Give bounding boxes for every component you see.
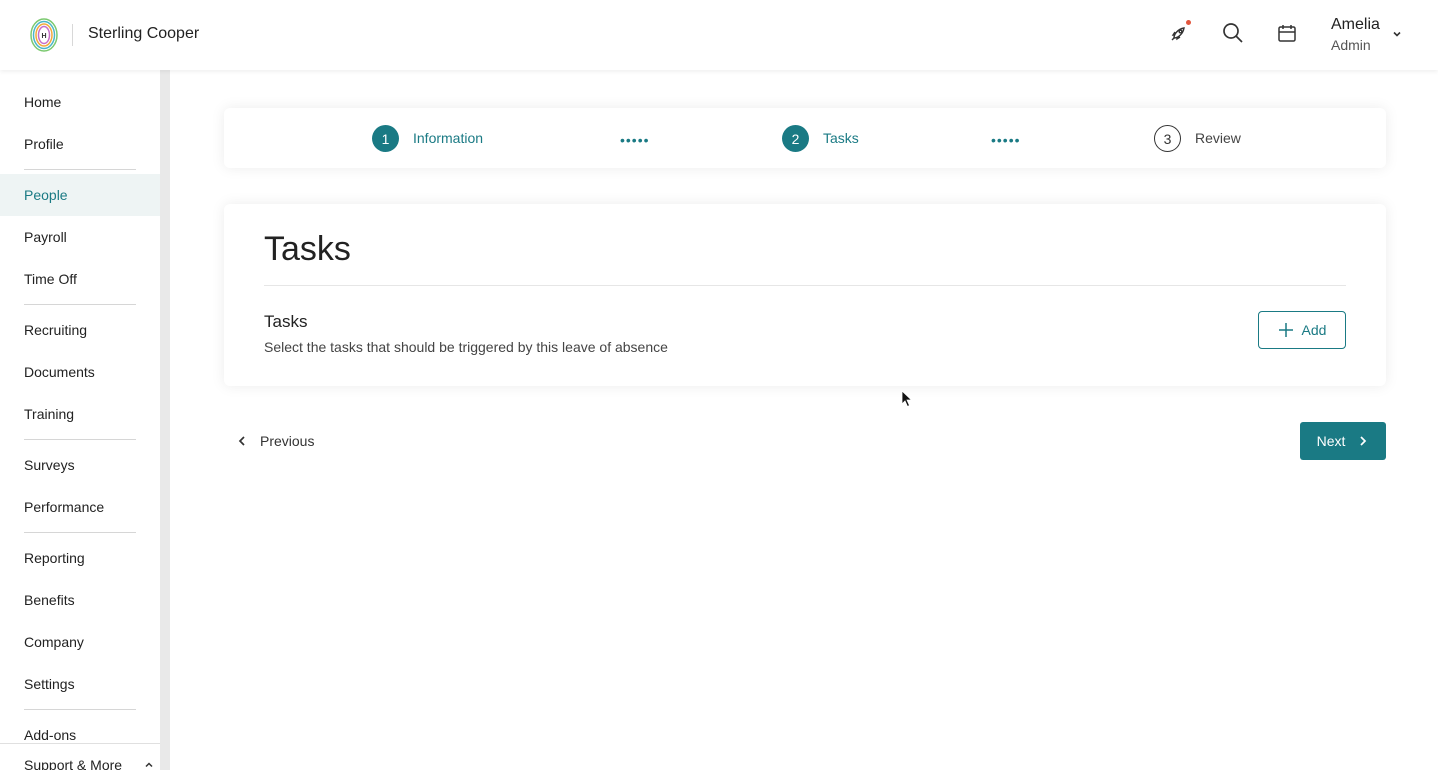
sidebar-item-profile[interactable]: Profile [0,123,160,165]
sidebar-item-performance[interactable]: Performance [0,486,160,528]
next-button[interactable]: Next [1300,422,1386,460]
user-name: Amelia [1331,16,1380,33]
tasks-card: Tasks Tasks Select the tasks that should… [224,204,1386,386]
logo-divider [72,24,73,46]
nav-divider [24,169,136,170]
stepper: 1 Information ••••• 2 Tasks ••••• 3 Revi… [224,108,1386,168]
sidebar-item-people[interactable]: People [0,174,160,216]
section-description: Select the tasks that should be triggere… [264,339,668,355]
add-task-button[interactable]: Add [1258,311,1346,349]
chevron-down-icon[interactable] [1391,28,1403,40]
step-connector: ••••• [991,132,1021,148]
rocket-icon[interactable] [1166,20,1192,46]
nav-divider [24,304,136,305]
nav-divider [24,439,136,440]
sidebar-item-surveys[interactable]: Surveys [0,444,160,486]
company-logo-icon[interactable]: H [30,17,58,53]
user-role: Admin [1331,37,1371,53]
sidebar-item-support[interactable]: Support & More [0,750,160,770]
nav-bottom-divider [0,743,160,744]
step-2-number[interactable]: 2 [782,125,809,152]
step-1-number[interactable]: 1 [372,125,399,152]
chevron-up-icon [145,762,153,768]
calendar-icon[interactable] [1274,20,1300,46]
sidebar-item-company[interactable]: Company [0,621,160,663]
plus-icon [1278,323,1293,337]
sidebar-item-documents[interactable]: Documents [0,351,160,393]
sidebar-item-payroll[interactable]: Payroll [0,216,160,258]
sidebar-item-time-off[interactable]: Time Off [0,258,160,300]
page-title: Tasks [264,230,351,268]
sidebar-item-benefits[interactable]: Benefits [0,579,160,621]
step-2-label[interactable]: Tasks [823,130,859,146]
sidebar-nav: Home Profile People Payroll Time Off Rec… [0,70,160,770]
chevron-right-icon [1360,436,1367,446]
step-1-label[interactable]: Information [413,130,483,146]
user-menu[interactable]: Amelia Admin [1331,15,1380,55]
sidebar-scrollbar[interactable] [160,70,170,770]
step-3-label[interactable]: Review [1195,130,1241,146]
mouse-cursor-icon [901,390,913,408]
search-icon[interactable] [1220,20,1246,46]
top-header: H Sterling Cooper Amelia Admin [0,0,1438,70]
previous-button[interactable]: Previous [236,428,314,454]
sidebar-item-reporting[interactable]: Reporting [0,537,160,579]
company-name: Sterling Cooper [88,25,200,42]
section-title: Tasks [264,312,308,331]
title-divider [264,285,1346,286]
chevron-left-icon [238,436,245,446]
sidebar-item-settings[interactable]: Settings [0,663,160,705]
nav-divider [24,709,136,710]
notification-dot [1186,20,1191,25]
svg-text:H: H [41,33,46,40]
sidebar-item-home[interactable]: Home [0,81,160,123]
sidebar-item-recruiting[interactable]: Recruiting [0,309,160,351]
step-3-number[interactable]: 3 [1154,125,1181,152]
sidebar-item-training[interactable]: Training [0,393,160,435]
nav-divider [24,532,136,533]
step-connector: ••••• [620,132,650,148]
